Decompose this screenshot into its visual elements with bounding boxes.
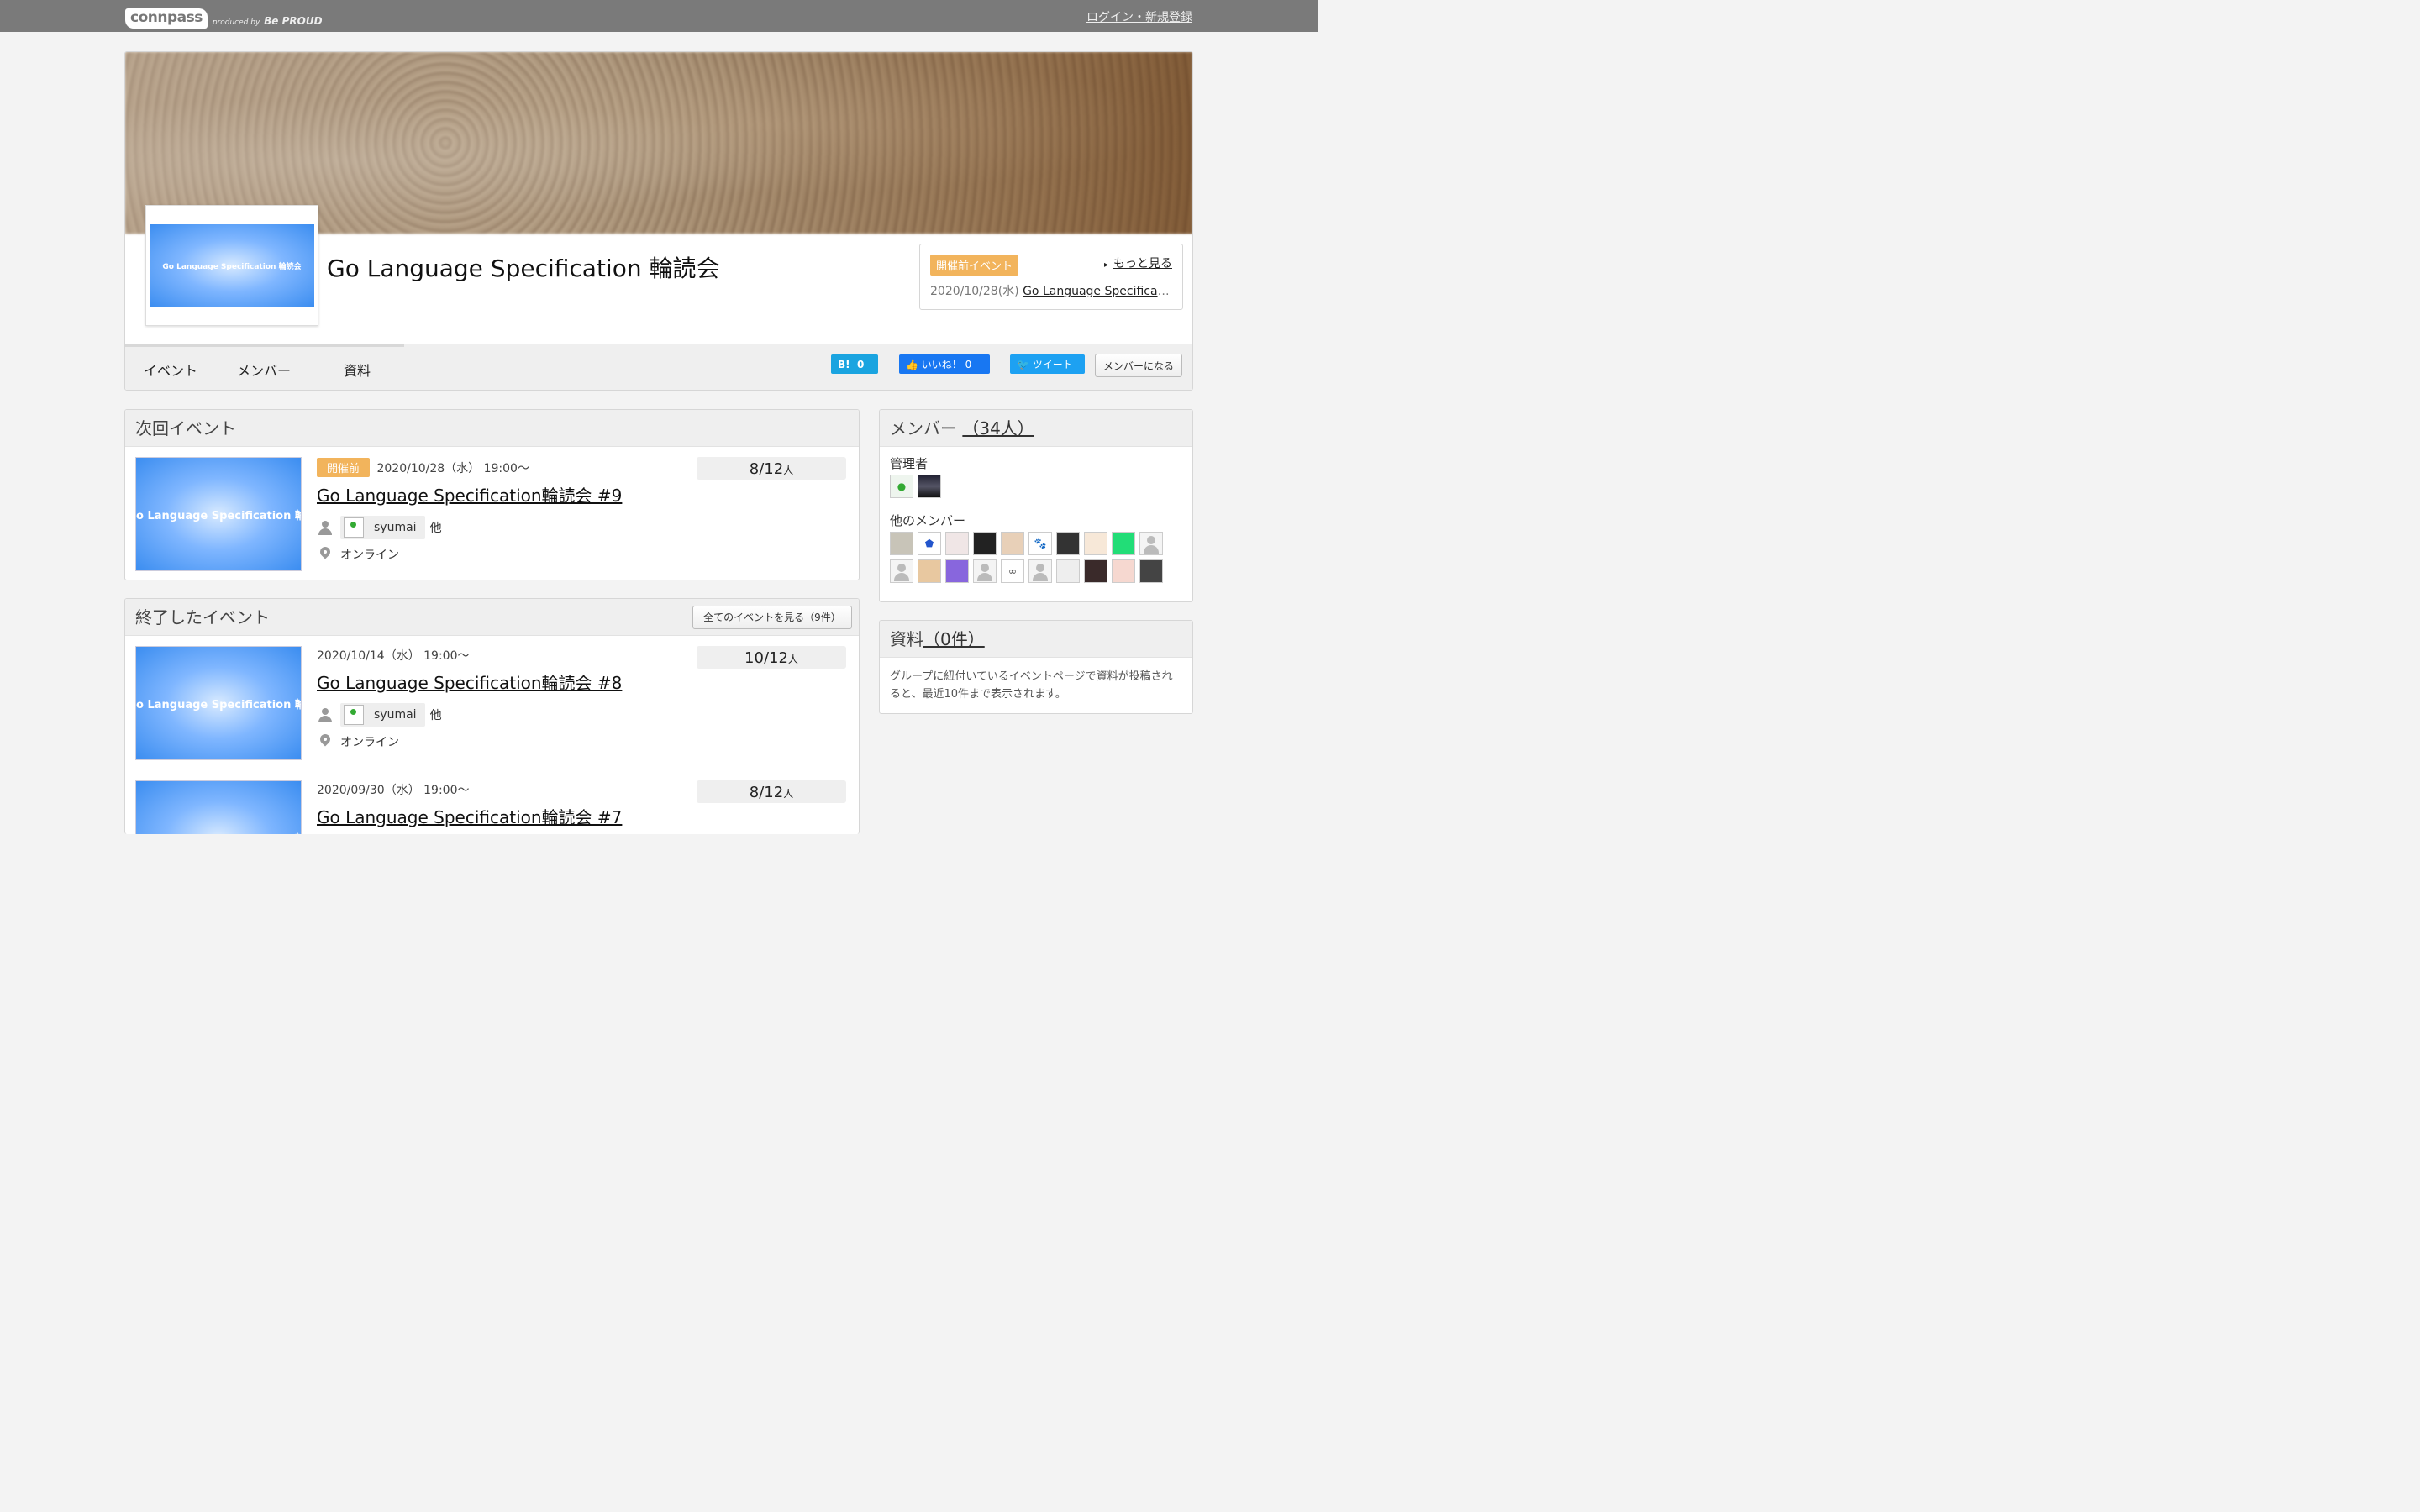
event-title-link[interactable]: Go Language Specification輪読会 #7 bbox=[317, 804, 622, 828]
event-thumbnail[interactable]: o Language Specification 輪読会 bbox=[135, 780, 302, 834]
avatar[interactable] bbox=[1112, 559, 1135, 583]
member-avatars: ⬟ 🐾 ∞ bbox=[890, 532, 1184, 583]
event-title-link[interactable]: Go Language Specification輪読会 #9 bbox=[317, 482, 622, 507]
owner-avatar bbox=[344, 705, 364, 725]
members-panel: メンバー （34人） 管理者 ● 他のメンバー ⬟ 🐾 ∞ bbox=[879, 409, 1193, 602]
upcoming-badge: 開催前イベント bbox=[930, 255, 1019, 276]
avatar[interactable] bbox=[945, 559, 969, 583]
avatar[interactable] bbox=[918, 559, 941, 583]
avatar[interactable]: 🐾 bbox=[1028, 532, 1052, 555]
join-group-button[interactable]: メンバーになる bbox=[1095, 354, 1182, 377]
all-events-button[interactable]: 全てのイベントを見る（9件） bbox=[692, 606, 852, 629]
participant-count: 8/12人 bbox=[697, 457, 846, 480]
next-event-heading: 次回イベント bbox=[125, 410, 859, 447]
group-title: Go Language Specification 輪読会 bbox=[327, 255, 720, 282]
event-meta: 開催前 2020/10/28（水） 19:00〜 bbox=[317, 458, 529, 477]
facebook-like-button[interactable]: 👍 いいね！ 0 bbox=[899, 354, 990, 374]
event-datetime: 2020/09/30（水） 19:00〜 bbox=[317, 784, 470, 797]
event-datetime: 2020/10/28（水） 19:00〜 bbox=[376, 462, 529, 475]
twitter-bird-icon: 🐦 bbox=[1017, 358, 1029, 370]
upcoming-event-link[interactable]: Go Language Specification 輪読会 #9 bbox=[1023, 285, 1174, 298]
owner-chip[interactable]: syumai bbox=[340, 516, 425, 539]
materials-panel: 資料（0件） グループに紐付いているイベントページで資料が投稿されると、最近10… bbox=[879, 620, 1193, 714]
avatar[interactable] bbox=[1084, 559, 1107, 583]
avatar[interactable] bbox=[1056, 532, 1080, 555]
event-owner: syumai 他 bbox=[317, 516, 442, 539]
members-heading: メンバー （34人） bbox=[880, 410, 1192, 447]
owner-chip[interactable]: syumai bbox=[340, 703, 425, 727]
next-event-item: o Language Specification 輪読会 開催前 2020/10… bbox=[135, 457, 848, 571]
hatena-count: 0 bbox=[856, 358, 865, 370]
top-navigation-bar: connpass produced by Be PROUD ログイン・新規登録 bbox=[0, 0, 1318, 32]
more-link[interactable]: もっと見る bbox=[1104, 255, 1172, 271]
avatar[interactable] bbox=[1028, 559, 1052, 583]
event-datetime: 2020/10/14（水） 19:00〜 bbox=[317, 649, 470, 663]
event-thumbnail[interactable]: o Language Specification 輪読会 bbox=[135, 457, 302, 571]
connpass-logo[interactable]: connpass produced by Be PROUD bbox=[125, 5, 323, 29]
past-event-item: o Language Specification 輪読会 2020/09/30（… bbox=[135, 780, 848, 834]
avatar[interactable]: ⬟ bbox=[918, 532, 941, 555]
tab-members[interactable]: メンバー bbox=[237, 360, 291, 380]
avatar[interactable] bbox=[1112, 532, 1135, 555]
avatar[interactable] bbox=[1139, 559, 1163, 583]
produced-by-label: produced by Be PROUD bbox=[212, 15, 323, 27]
tab-events[interactable]: イベント bbox=[144, 360, 197, 380]
past-events-panel: 終了したイベント 全てのイベントを見る（9件） o Language Speci… bbox=[124, 598, 860, 834]
upcoming-event-box: 開催前イベント もっと見る 2020/10/28(水) Go Language … bbox=[919, 244, 1183, 310]
next-event-panel: 次回イベント o Language Specification 輪読会 開催前 … bbox=[124, 409, 860, 580]
avatar[interactable] bbox=[973, 532, 997, 555]
hatena-bookmark-button[interactable]: B! 0 bbox=[831, 354, 878, 374]
tab-materials[interactable]: 資料 bbox=[344, 360, 371, 380]
avatar[interactable] bbox=[1056, 559, 1080, 583]
upcoming-date: 2020/10/28(水) bbox=[930, 285, 1019, 298]
facebook-like-count: 0 bbox=[965, 358, 972, 370]
avatar[interactable] bbox=[1139, 532, 1163, 555]
logo-text: connpass bbox=[125, 8, 208, 29]
avatar[interactable] bbox=[945, 532, 969, 555]
avatar[interactable] bbox=[1084, 532, 1107, 555]
avatar[interactable]: ● bbox=[890, 475, 913, 498]
thumbs-up-icon: 👍 bbox=[906, 358, 918, 370]
admins-label: 管理者 bbox=[890, 456, 929, 471]
avatar[interactable] bbox=[918, 475, 941, 498]
tweet-button[interactable]: 🐦 ツイート bbox=[1010, 354, 1085, 374]
person-icon bbox=[317, 706, 334, 723]
past-event-item: o Language Specification 輪読会 2020/10/14（… bbox=[135, 646, 848, 769]
materials-description: グループに紐付いているイベントページで資料が投稿されると、最近10件まで表示され… bbox=[890, 670, 1173, 701]
avatar[interactable] bbox=[973, 559, 997, 583]
event-title-link[interactable]: Go Language Specification輪読会 #8 bbox=[317, 669, 622, 694]
materials-heading: 資料（0件） bbox=[880, 621, 1192, 658]
avatar[interactable] bbox=[890, 559, 913, 583]
admin-avatars: ● bbox=[890, 475, 1184, 498]
past-events-heading: 終了したイベント 全てのイベントを見る（9件） bbox=[125, 599, 859, 636]
person-icon bbox=[317, 519, 334, 536]
avatar[interactable]: ∞ bbox=[1001, 559, 1024, 583]
event-owner: syumai 他 bbox=[317, 703, 442, 727]
event-place: オンライン bbox=[317, 546, 399, 563]
upcoming-event-row: 2020/10/28(水) Go Language Specification … bbox=[930, 282, 1174, 299]
owner-avatar bbox=[344, 517, 364, 538]
materials-count-link[interactable]: （0件） bbox=[923, 629, 985, 649]
group-logo: Go Language Specification 輪読会 bbox=[145, 205, 318, 326]
group-logo-image: Go Language Specification 輪読会 bbox=[150, 224, 314, 307]
login-register-link[interactable]: ログイン・新規登録 bbox=[1086, 8, 1192, 25]
avatar[interactable] bbox=[1001, 532, 1024, 555]
location-pin-icon bbox=[317, 733, 334, 750]
status-badge: 開催前 bbox=[317, 458, 371, 477]
location-pin-icon bbox=[317, 546, 334, 563]
event-thumbnail[interactable]: o Language Specification 輪読会 bbox=[135, 646, 302, 760]
group-card: Go Language Specification 輪読会 Go Languag… bbox=[124, 51, 1193, 391]
members-count-link[interactable]: （34人） bbox=[962, 418, 1034, 438]
participant-count: 8/12人 bbox=[697, 780, 846, 803]
other-members-label: 他のメンバー bbox=[890, 513, 966, 528]
event-place: オンライン bbox=[317, 733, 399, 750]
avatar[interactable] bbox=[890, 532, 913, 555]
participant-count: 10/12人 bbox=[697, 646, 846, 669]
